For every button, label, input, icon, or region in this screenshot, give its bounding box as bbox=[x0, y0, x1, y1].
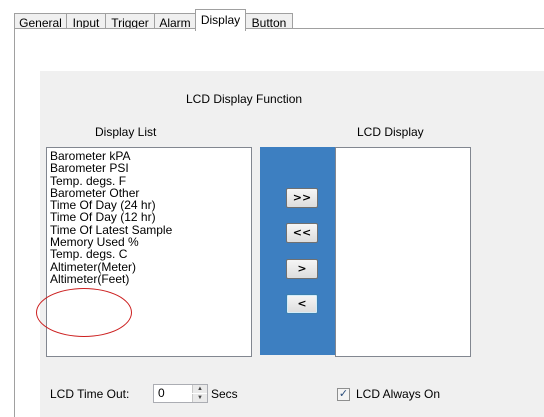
transfer-button-bar bbox=[260, 147, 336, 355]
display-list-label: Display List bbox=[95, 125, 157, 139]
display-panel: LCD Display Function Display List LCD Di… bbox=[40, 71, 544, 417]
tab-strip: General Input Trigger Alarm Display Butt… bbox=[14, 7, 544, 31]
list-item[interactable]: Time Of Day (12 hr) bbox=[47, 211, 251, 223]
timeout-label: LCD Time Out: bbox=[50, 387, 130, 401]
timeout-value[interactable]: 0 bbox=[158, 386, 165, 400]
add-all-button[interactable]: >> bbox=[286, 188, 318, 208]
timeout-stepper[interactable]: 0 ▲ ▼ bbox=[153, 384, 208, 403]
lcd-display-label: LCD Display bbox=[357, 125, 424, 139]
lcd-display-box[interactable] bbox=[335, 147, 471, 357]
list-item[interactable]: Barometer PSI bbox=[47, 162, 251, 174]
tab-display[interactable]: Display bbox=[195, 9, 246, 31]
highlight-ellipse bbox=[36, 288, 132, 337]
remove-all-button[interactable]: << bbox=[286, 223, 318, 243]
always-on-label: LCD Always On bbox=[356, 387, 441, 401]
timeout-unit: Secs bbox=[211, 387, 238, 401]
section-title: LCD Display Function bbox=[186, 92, 303, 106]
add-button[interactable]: > bbox=[286, 259, 318, 279]
list-item[interactable]: Altimeter(Feet) bbox=[47, 273, 251, 285]
spin-up-icon[interactable]: ▲ bbox=[192, 385, 207, 393]
spin-down-icon[interactable]: ▼ bbox=[192, 394, 207, 402]
remove-button[interactable]: < bbox=[286, 294, 318, 314]
checkmark-icon: ✓ bbox=[338, 388, 349, 400]
always-on-checkbox[interactable]: ✓ bbox=[337, 388, 350, 401]
list-item[interactable]: Temp. degs. C bbox=[47, 248, 251, 260]
